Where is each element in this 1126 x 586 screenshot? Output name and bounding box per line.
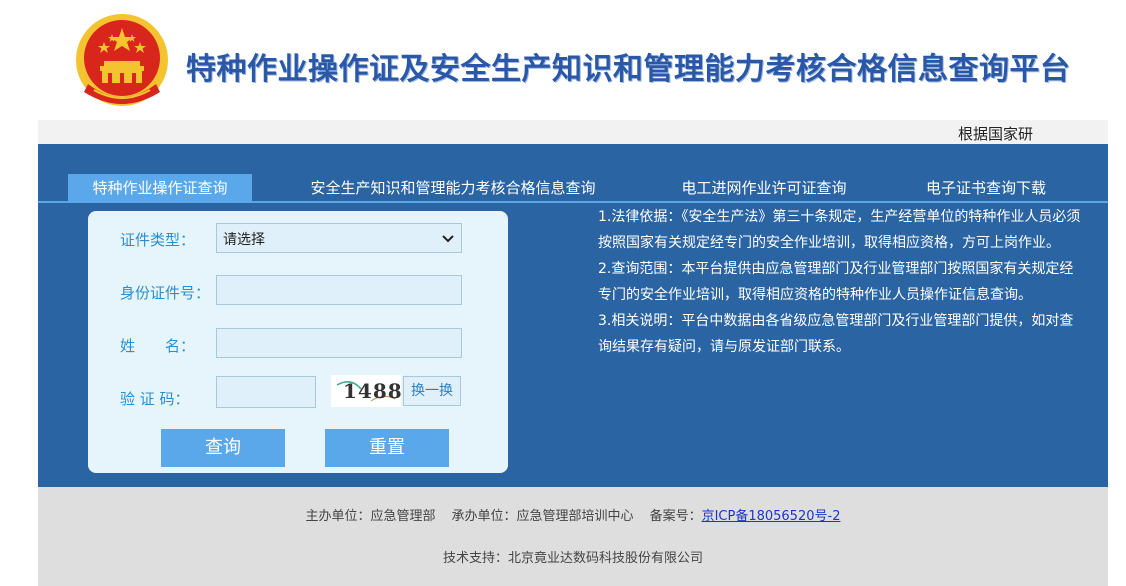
- info-legal-basis: 1.法律依据：《安全生产法》第三十条规定，生产经营单位的特种作业人员必须按照国家…: [598, 209, 1081, 251]
- icp-label: 备案号：: [649, 509, 702, 524]
- id-number-label: 身份证件号：: [120, 284, 211, 302]
- organizer-unit: 承办单位：应急管理部培训中心: [451, 509, 634, 524]
- captcha-image[interactable]: 1488: [331, 375, 401, 407]
- tab-divider: [38, 201, 1108, 203]
- query-button[interactable]: 查询: [161, 429, 285, 467]
- header: 特种作业操作证及安全生产知识和管理能力考核合格信息查询平台: [0, 0, 1126, 120]
- chevron-down-icon: [442, 235, 454, 243]
- reset-button[interactable]: 重置: [325, 429, 449, 467]
- id-number-input[interactable]: [216, 275, 462, 305]
- name-input[interactable]: [216, 328, 462, 358]
- tab-safety-knowledge-assessment[interactable]: 安全生产知识和管理能力考核合格信息查询: [300, 174, 606, 202]
- footer: 主办单位：应急管理部 承办单位：应急管理部培训中心 备案号：京ICP备1805652…: [38, 487, 1108, 586]
- tab-e-cert-download[interactable]: 电子证书查询下载: [920, 174, 1052, 202]
- refresh-captcha-button[interactable]: 换一换: [403, 376, 461, 406]
- footer-line-1: 主办单位：应急管理部 承办单位：应急管理部培训中心 备案号：京ICP备1805652…: [38, 505, 1108, 524]
- national-emblem-icon: [76, 14, 168, 106]
- query-form: 证件类型： 请选择 身份证件号： 姓 名： 验 证 码： 1488 换一换 查询…: [88, 211, 508, 473]
- tab-special-operation-cert[interactable]: 特种作业操作证查询: [68, 174, 252, 202]
- tab-bar: 特种作业操作证查询 安全生产知识和管理能力考核合格信息查询 电工进网作业许可证查…: [38, 174, 1108, 202]
- announcement-marquee: 根据国家研: [38, 120, 1108, 144]
- tab-electrician-permit[interactable]: 电工进网作业许可证查询: [674, 174, 854, 202]
- icp-link[interactable]: 京ICP备18056520号-2: [702, 509, 841, 524]
- captcha-text: 1488: [343, 379, 401, 403]
- cert-type-value: 请选择: [223, 232, 265, 248]
- info-query-scope: 2.查询范围：本平台提供由应急管理部门及行业管理部门按照国家有关规定经专门的安全…: [598, 261, 1074, 303]
- marquee-text: 根据国家研: [958, 125, 1034, 143]
- info-remarks: 3.相关说明：平台中数据由各省级应急管理部门及行业管理部门提供，如对查询结果存有…: [598, 313, 1074, 355]
- cert-type-select[interactable]: 请选择: [216, 223, 462, 253]
- captcha-label: 验 证 码：: [120, 390, 190, 408]
- site-title: 特种作业操作证及安全生产知识和管理能力考核合格信息查询平台: [186, 52, 1071, 87]
- info-notes: 1.法律依据：《安全生产法》第三十条规定，生产经营单位的特种作业人员必须按照国家…: [598, 204, 1086, 360]
- main-panel: 特种作业操作证查询 安全生产知识和管理能力考核合格信息查询 电工进网作业许可证查…: [38, 144, 1108, 487]
- captcha-input[interactable]: [216, 376, 316, 408]
- cert-type-label: 证件类型：: [120, 231, 196, 249]
- tech-support: 技术支持：北京竟业达数码科技股份有限公司: [442, 551, 703, 566]
- host-unit: 主办单位：应急管理部: [305, 509, 436, 524]
- name-label: 姓 名：: [120, 337, 196, 355]
